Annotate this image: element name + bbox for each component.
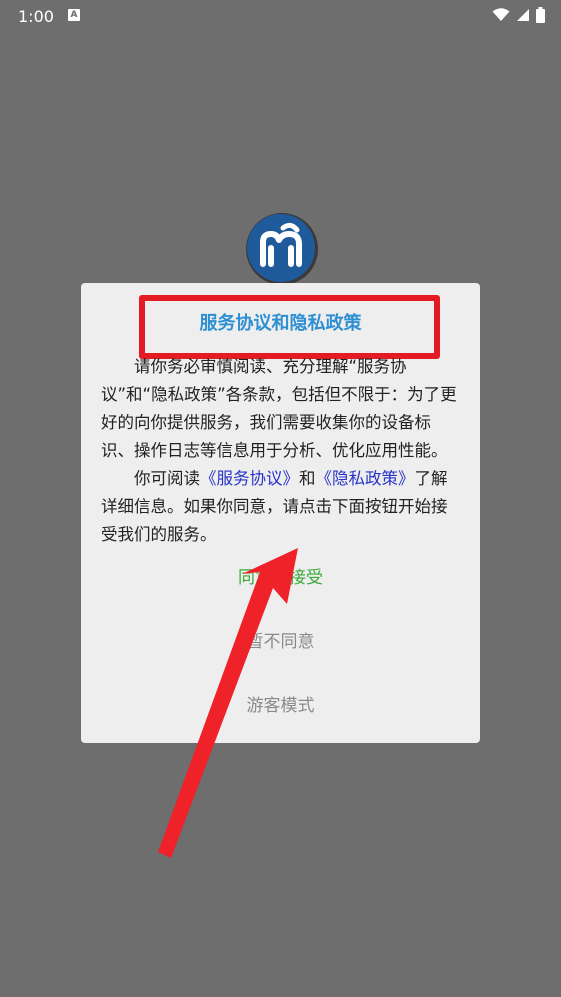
dialog-paragraph-2: 你可阅读《服务协议》和《隐私政策》了解详细信息。如果你同意，请点击下面按钮开始接… bbox=[101, 465, 461, 549]
paragraph-2-prefix: 你可阅读 bbox=[134, 469, 200, 488]
status-time: 1:00 bbox=[18, 7, 54, 26]
wifi-icon bbox=[492, 8, 510, 21]
guest-mode-button[interactable]: 游客模式 bbox=[81, 691, 480, 716]
status-icons bbox=[492, 7, 545, 23]
dialog-body: 请你务必审慎阅读、充分理解“服务协议”和“隐私政策”各条款，包括但不限于：为了更… bbox=[101, 353, 461, 549]
battery-icon bbox=[536, 7, 545, 23]
decline-button[interactable]: 暂不同意 bbox=[81, 627, 480, 652]
app-logo-icon bbox=[246, 213, 318, 285]
dialog-paragraph-1: 请你务必审慎阅读、充分理解“服务协议”和“隐私政策”各条款，包括但不限于：为了更… bbox=[101, 357, 457, 460]
dialog-title: 服务协议和隐私政策 bbox=[199, 313, 362, 334]
status-bar: 1:00 A bbox=[0, 0, 561, 34]
signal-icon bbox=[517, 9, 529, 21]
accept-button[interactable]: 同意并接受 bbox=[81, 563, 480, 588]
notification-a-icon: A bbox=[68, 9, 80, 21]
and-text: 和 bbox=[299, 469, 316, 488]
privacy-dialog: 服务协议和隐私政策 请你务必审慎阅读、充分理解“服务协议”和“隐私政策”各条款，… bbox=[81, 283, 480, 743]
service-agreement-link[interactable]: 《服务协议》 bbox=[200, 469, 299, 488]
privacy-policy-link[interactable]: 《隐私政策》 bbox=[316, 469, 415, 488]
